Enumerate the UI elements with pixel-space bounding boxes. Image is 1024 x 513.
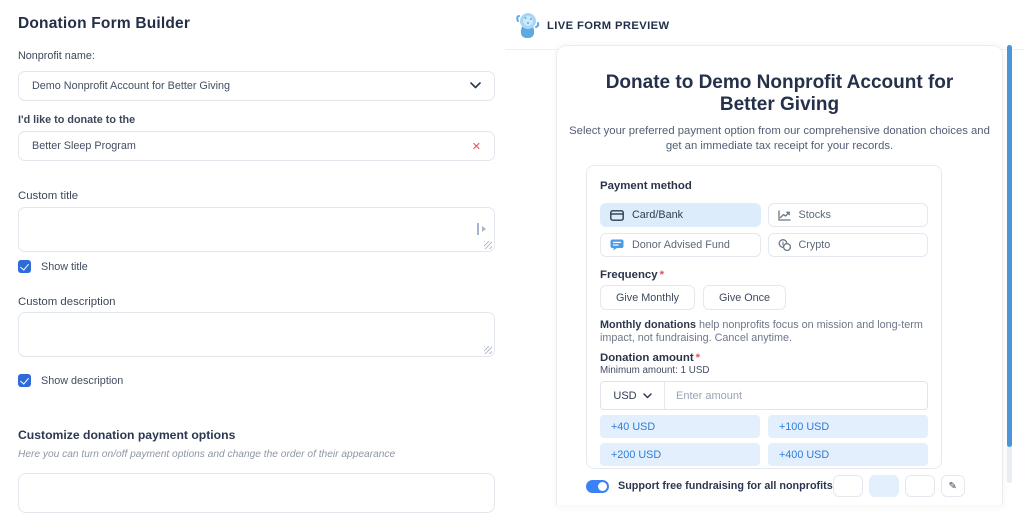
tip-option-button[interactable] (832, 475, 863, 497)
custom-description-textarea[interactable] (18, 312, 495, 357)
preset-amount-button[interactable]: +40 USD (600, 415, 760, 438)
support-toggle[interactable] (586, 479, 609, 493)
frequency-label: Frequency * (600, 269, 665, 281)
method-stocks-button[interactable]: Stocks (767, 203, 928, 227)
custom-description-label: Custom description (18, 296, 116, 308)
payment-method-grid: Card/Bank Stocks Donor Advised Fund Cryp… (600, 203, 928, 257)
method-label: Card/Bank (632, 209, 684, 221)
mascot-icon (516, 13, 540, 38)
support-toggle-label: Support free fundraising for all nonprof… (618, 480, 833, 492)
nonprofit-select-value: Demo Nonprofit Account for Better Giving (32, 80, 231, 92)
preset-amounts: +40 USD +100 USD +200 USD +400 USD (600, 415, 928, 466)
preview-scrollbar-thumb[interactable] (1007, 45, 1012, 447)
preset-amount-button[interactable]: +200 USD (600, 443, 760, 466)
method-daf-button[interactable]: Donor Advised Fund (600, 233, 761, 257)
preview-scrollbar-track (1007, 45, 1012, 483)
preview-header-label: LIVE FORM PREVIEW (547, 20, 670, 32)
credit-card-icon (610, 209, 624, 221)
stock-chart-icon (777, 209, 791, 221)
custom-title-label: Custom title (18, 190, 79, 202)
resize-handle-icon[interactable] (484, 346, 492, 354)
page-title: Donation Form Builder (18, 15, 191, 32)
preset-amount-button[interactable]: +100 USD (768, 415, 928, 438)
method-label: Donor Advised Fund (632, 239, 730, 251)
show-title-checkbox[interactable] (18, 260, 31, 273)
required-asterisk: * (695, 352, 701, 364)
customize-payment-options-hint: Here you can turn on/off payment options… (18, 449, 396, 460)
show-description-label: Show description (41, 374, 124, 387)
clear-designation-icon[interactable]: ✕ (472, 140, 481, 153)
text-cursor-icon (477, 223, 486, 235)
give-once-button[interactable]: Give Once (703, 285, 787, 310)
preset-amount-button[interactable]: +400 USD (768, 443, 928, 466)
required-asterisk: * (659, 269, 665, 281)
amount-input-group: USD (600, 381, 928, 410)
tip-options: ✎ (832, 475, 965, 497)
preview-header: LIVE FORM PREVIEW (505, 0, 1024, 50)
nonprofit-name-label: Nonprofit name: (18, 50, 95, 62)
chevron-down-icon (642, 392, 652, 398)
crypto-coins-icon (778, 239, 791, 251)
tip-edit-button[interactable]: ✎ (940, 475, 965, 497)
method-label: Stocks (798, 209, 831, 221)
show-description-checkbox[interactable] (18, 374, 31, 387)
designation-value: Better Sleep Program (32, 140, 136, 152)
monthly-donations-note: Monthly donations help nonprofits focus … (600, 319, 923, 344)
method-label: Crypto (798, 239, 831, 251)
payment-box: Payment method Card/Bank Stocks Donor Ad… (586, 165, 942, 469)
live-preview-panel: LIVE FORM PREVIEW Donate to Demo Nonprof… (505, 0, 1024, 505)
payment-method-label: Payment method (600, 180, 692, 192)
custom-title-textarea[interactable] (18, 207, 495, 252)
form-builder-panel: Donation Form Builder Nonprofit name: De… (18, 0, 495, 513)
chevron-down-icon (470, 80, 481, 92)
donation-amount-label: Donation amount * (600, 352, 701, 364)
designation-label: I'd like to donate to the (18, 114, 136, 126)
currency-value: USD (613, 389, 637, 402)
method-card-bank-button[interactable]: Card/Bank (600, 203, 761, 227)
designation-input[interactable]: Better Sleep Program ✕ (18, 131, 495, 161)
nonprofit-select[interactable]: Demo Nonprofit Account for Better Giving (18, 71, 495, 101)
amount-input[interactable] (665, 382, 927, 409)
form-title: Donate to Demo Nonprofit Account for Bet… (605, 72, 954, 115)
daf-icon (610, 239, 624, 251)
minimum-amount-note: Minimum amount: 1 USD (600, 365, 710, 376)
form-subtitle: Select your preferred payment option fro… (569, 125, 990, 152)
frequency-options: Give Monthly Give Once (600, 285, 928, 310)
give-monthly-button[interactable]: Give Monthly (600, 285, 696, 310)
support-toggle-row: Support free fundraising for all nonprof… (586, 474, 965, 498)
pencil-icon: ✎ (948, 480, 957, 492)
currency-select[interactable]: USD (601, 382, 665, 409)
payment-options-list (18, 473, 495, 513)
donation-form-preview-card: Donate to Demo Nonprofit Account for Bet… (556, 45, 1003, 505)
method-crypto-button[interactable]: Crypto (767, 233, 928, 257)
tip-option-button[interactable] (868, 475, 899, 497)
show-title-label: Show title (41, 260, 88, 273)
resize-handle-icon[interactable] (484, 241, 492, 249)
tip-option-button[interactable] (904, 475, 935, 497)
customize-payment-options-heading: Customize donation payment options (18, 428, 236, 442)
